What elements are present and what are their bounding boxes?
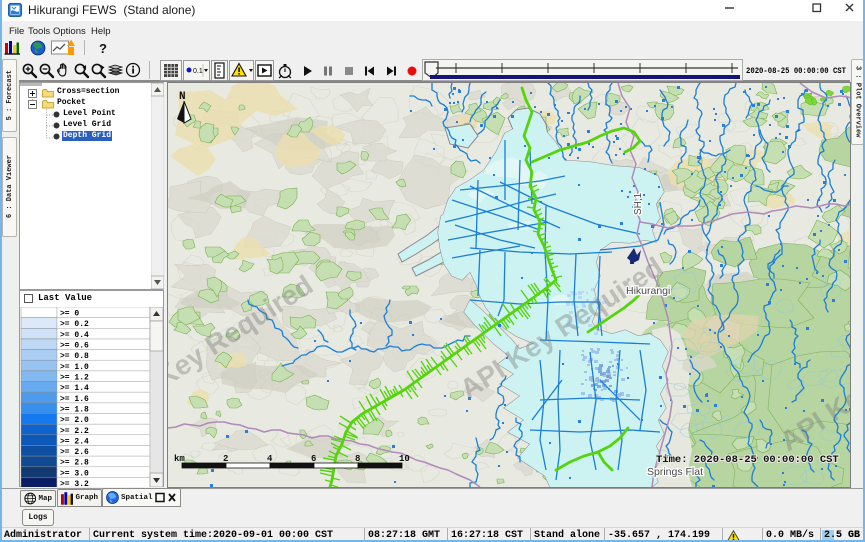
svg-text:>= 0: >= 0 xyxy=(60,310,79,319)
svg-text:>= 1.2: >= 1.2 xyxy=(60,374,89,383)
svg-text:>= 2.6: >= 2.6 xyxy=(60,448,89,457)
svg-text:>= 1.0: >= 1.0 xyxy=(60,363,89,372)
svg-text:0.1: 0.1 xyxy=(193,68,203,75)
svg-text:N: N xyxy=(179,91,186,103)
svg-text:6: 6 xyxy=(311,454,316,464)
svg-text:>= 0.4: >= 0.4 xyxy=(60,331,89,340)
svg-text:>= 0.8: >= 0.8 xyxy=(60,352,89,361)
svg-text:>= 2.4: >= 2.4 xyxy=(60,437,89,446)
svg-text:>= 1.8: >= 1.8 xyxy=(60,406,89,415)
svg-text:8: 8 xyxy=(355,454,360,464)
svg-text:>= 1.4: >= 1.4 xyxy=(60,384,89,393)
svg-text:>= 2.2: >= 2.2 xyxy=(60,427,89,436)
svg-text:2: 2 xyxy=(223,454,228,464)
svg-text:>= 2.8: >= 2.8 xyxy=(60,459,89,468)
svg-text:>= 1.6: >= 1.6 xyxy=(60,395,89,404)
svg-text:>= 2.0: >= 2.0 xyxy=(60,416,89,425)
svg-text:>= 3.0: >= 3.0 xyxy=(60,469,89,478)
svg-text:10: 10 xyxy=(399,454,410,464)
svg-text:Hikurangi: Hikurangi xyxy=(626,285,670,297)
svg-text:>= 0.6: >= 0.6 xyxy=(60,342,89,351)
svg-text:SH 1: SH 1 xyxy=(633,192,644,215)
svg-text:>= 0.2: >= 0.2 xyxy=(60,320,89,329)
svg-text:Time: 2020-08-25 00:00:00 CST: Time: 2020-08-25 00:00:00 CST xyxy=(656,454,839,466)
svg-text:4: 4 xyxy=(267,454,273,464)
svg-text:>= 3.2: >= 3.2 xyxy=(60,480,89,487)
svg-text:Springs Flat: Springs Flat xyxy=(647,466,703,478)
svg-text:2020-08-25 00:00:00 CST: 2020-08-25 00:00:00 CST xyxy=(746,67,846,76)
svg-text:km: km xyxy=(174,454,185,464)
